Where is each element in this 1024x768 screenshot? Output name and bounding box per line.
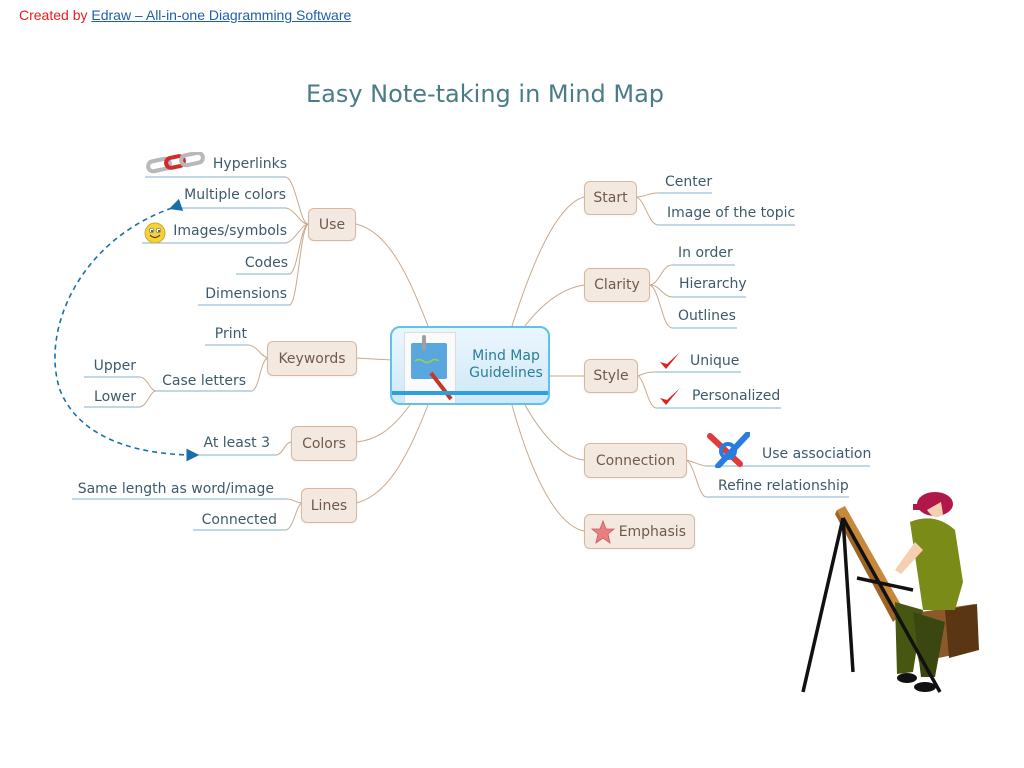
leaf-codes[interactable]: Codes xyxy=(245,255,288,271)
topic-connection-label: Connection xyxy=(595,452,676,469)
topic-start[interactable]: Start xyxy=(584,181,637,215)
leaf-multiple-colors[interactable]: Multiple colors xyxy=(184,187,286,203)
topic-keywords-label: Keywords xyxy=(278,350,346,367)
leaf-case-letters[interactable]: Case letters xyxy=(162,373,246,389)
smiley-icon xyxy=(144,222,166,244)
topic-start-label: Start xyxy=(593,190,628,206)
branch-keywords xyxy=(355,357,393,361)
leaf-at-least-3[interactable]: At least 3 xyxy=(204,435,271,451)
leaf-upper[interactable]: Upper xyxy=(94,358,136,374)
central-line-2: Guidelines xyxy=(469,365,543,381)
leaf-image-of-topic[interactable]: Image of the topic xyxy=(667,205,795,221)
topic-style-label: Style xyxy=(593,368,629,384)
leaf-connected[interactable]: Connected xyxy=(202,512,277,528)
leaf-use-association[interactable]: Use association xyxy=(762,446,871,462)
chain-link-icon xyxy=(146,152,205,174)
topic-use[interactable]: Use xyxy=(308,208,356,241)
topic-colors[interactable]: Colors xyxy=(291,426,357,461)
leaf-personalized[interactable]: Personalized xyxy=(692,388,780,404)
leaf-print[interactable]: Print xyxy=(215,326,247,342)
branch-clarity xyxy=(524,284,585,327)
leaf-unique[interactable]: Unique xyxy=(690,353,739,369)
leaf-center[interactable]: Center xyxy=(665,174,712,190)
topic-emphasis-label: Emphasis xyxy=(618,523,686,540)
association-arrow xyxy=(54,198,200,462)
leaf-hierarchy[interactable]: Hierarchy xyxy=(679,276,747,292)
branch-start xyxy=(511,196,585,327)
branch-use xyxy=(355,223,429,327)
star-icon xyxy=(590,519,616,544)
branch-colors xyxy=(355,404,411,443)
leaf-dimensions[interactable]: Dimensions xyxy=(205,286,287,302)
topic-style[interactable]: Style xyxy=(584,359,638,393)
topic-colors-label: Colors xyxy=(302,435,346,452)
topic-connection[interactable]: Connection xyxy=(584,443,687,478)
central-topic-label: Mind Map Guidelines xyxy=(468,348,544,382)
branch-emphasis xyxy=(511,404,585,532)
leaf-same-length[interactable]: Same length as word/image xyxy=(78,481,274,497)
topic-clarity[interactable]: Clarity xyxy=(584,268,650,302)
leaf-images-symbols[interactable]: Images/symbols xyxy=(173,223,287,239)
leaf-in-order[interactable]: In order xyxy=(678,245,733,261)
leaf-hyperlinks[interactable]: Hyperlinks xyxy=(213,156,287,172)
topic-clarity-label: Clarity xyxy=(594,277,640,293)
checkmark-icon xyxy=(660,352,680,369)
central-topic[interactable]: Mind Map Guidelines xyxy=(390,326,550,405)
leaf-outlines[interactable]: Outlines xyxy=(678,308,736,324)
painter-at-easel-illustration xyxy=(801,492,979,693)
branch-connection xyxy=(524,404,585,461)
branch-lines xyxy=(355,404,429,504)
leaf-lower[interactable]: Lower xyxy=(94,389,136,405)
checkmark-icon xyxy=(660,388,680,405)
central-line-1: Mind Map xyxy=(472,348,540,364)
topic-lines-label: Lines xyxy=(310,497,348,514)
knot-icon xyxy=(707,432,750,468)
topic-use-label: Use xyxy=(318,216,346,233)
central-accent-bar xyxy=(392,391,548,395)
topic-keywords[interactable]: Keywords xyxy=(267,341,357,376)
topic-lines[interactable]: Lines xyxy=(301,488,357,523)
